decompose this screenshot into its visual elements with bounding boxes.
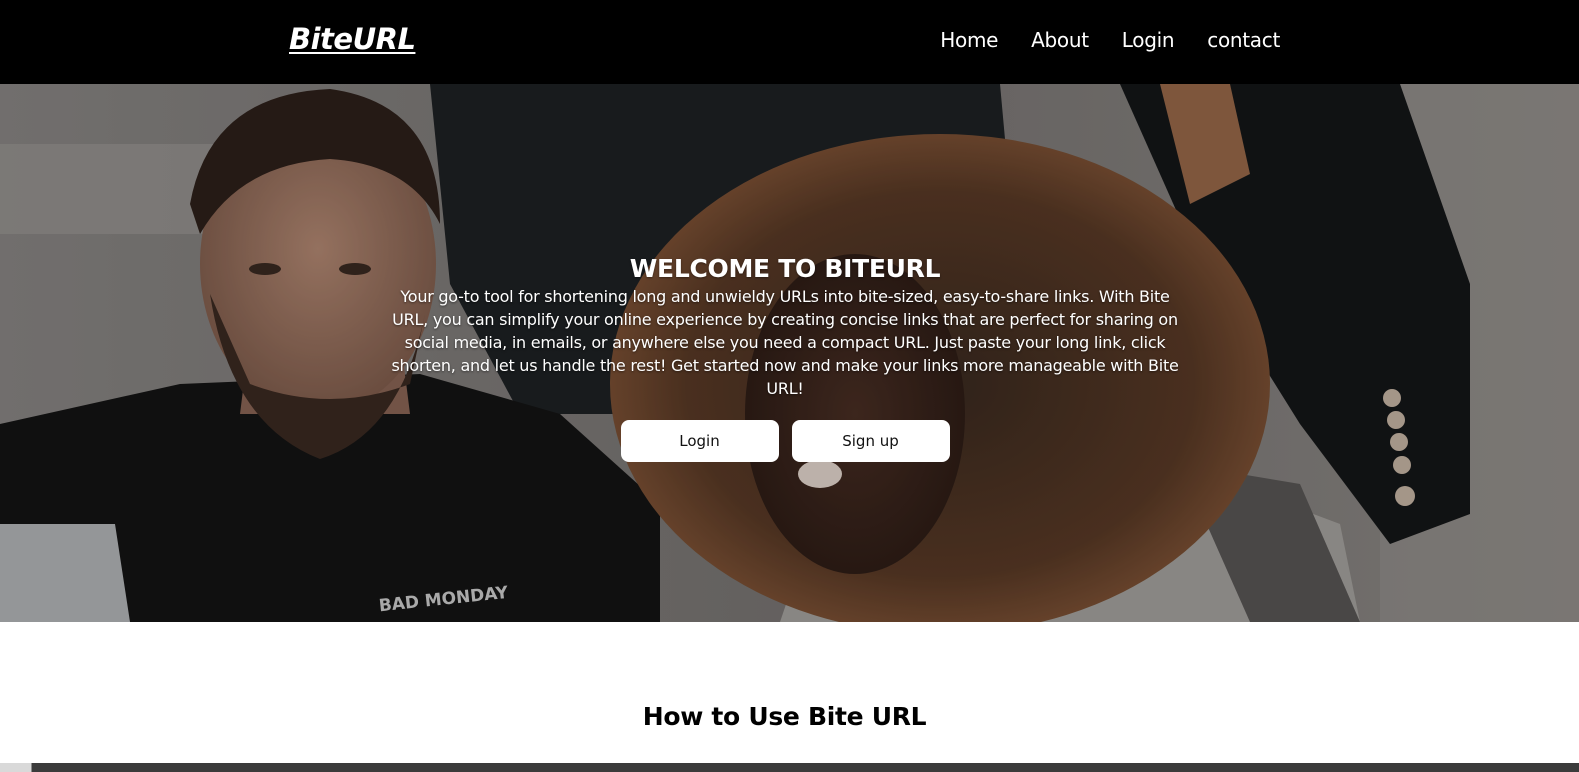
navbar: BiteURL Home About Login contact <box>0 0 1579 84</box>
section-divider <box>0 763 1579 772</box>
hero-title: WELCOME TO BITEURL <box>629 254 941 283</box>
nav-links: Home About Login contact <box>940 28 1280 52</box>
brand-logo[interactable]: BiteURL <box>289 22 416 56</box>
nav-link-home[interactable]: Home <box>940 28 998 52</box>
hero-section: BAD MONDAY WELCOME TO BITEURL Your go-to… <box>0 84 1579 622</box>
login-button[interactable]: Login <box>620 420 779 462</box>
hero-buttons: Login Sign up <box>390 420 1180 462</box>
nav-link-contact[interactable]: contact <box>1207 28 1280 52</box>
hero-description: Your go-to tool for shortening long and … <box>391 287 1179 398</box>
nav-link-login[interactable]: Login <box>1122 28 1175 52</box>
how-to-title: How to Use Bite URL <box>642 702 927 731</box>
hero-content: WELCOME TO BITEURL Your go-to tool for s… <box>390 254 1180 462</box>
signup-button[interactable]: Sign up <box>791 420 950 462</box>
nav-link-about[interactable]: About <box>1031 28 1089 52</box>
